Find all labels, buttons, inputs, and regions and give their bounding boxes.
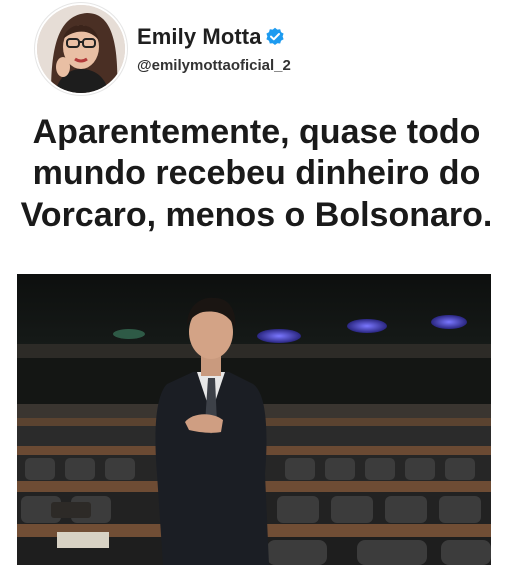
post-header: Emily Motta @emilymottaoficial_2 xyxy=(0,0,513,100)
author-name-row: Emily Motta xyxy=(137,24,285,50)
author-handle[interactable]: @emilymottaoficial_2 xyxy=(137,57,291,74)
profile-avatar[interactable] xyxy=(35,3,127,95)
ceiling-light xyxy=(257,329,301,343)
post-text-line: mundo recebeu dinheiro do xyxy=(32,154,481,193)
post-image[interactable] xyxy=(17,274,491,565)
post-text: Aparentemente, quase todo mundo recebeu … xyxy=(0,112,513,236)
ceiling-light xyxy=(113,329,145,339)
avatar-portrait-icon xyxy=(37,5,125,93)
verified-badge-icon xyxy=(265,27,285,47)
author-name[interactable]: Emily Motta xyxy=(137,24,262,50)
parliament-photo xyxy=(17,274,491,565)
post-text-line: Aparentemente, quase todo xyxy=(32,113,481,151)
ceiling-light xyxy=(347,319,387,333)
ceiling-light xyxy=(431,315,467,329)
post-text-line: Vorcaro, menos o Bolsonaro. xyxy=(20,195,493,234)
